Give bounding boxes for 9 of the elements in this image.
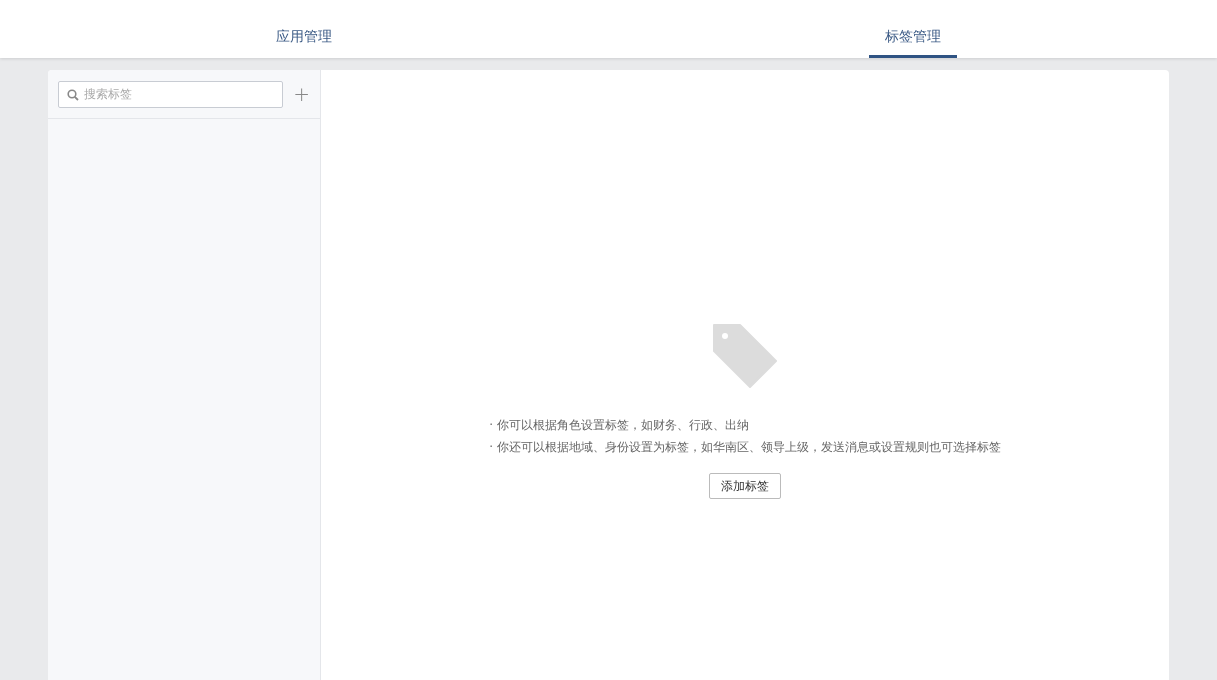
search-field[interactable]: 搜索标签 bbox=[58, 80, 284, 108]
add-button[interactable]: + bbox=[293, 84, 310, 104]
hint-text: · 你还可以根据地域、身份设置为标签，如华南区、领导上级，发送消息或设置规则也可选择标签 bbox=[489, 439, 1001, 456]
hint-text: · 你可以根据角色设置标签，如财务、行政、出纳 bbox=[489, 417, 749, 434]
tag-icon bbox=[712, 323, 778, 389]
search-icon bbox=[67, 88, 79, 101]
add-tag-button[interactable]: 添加标签 bbox=[709, 473, 781, 499]
tab[interactable]: 标签管理 bbox=[868, 0, 957, 58]
tab[interactable]: 应用管理 bbox=[260, 0, 349, 58]
